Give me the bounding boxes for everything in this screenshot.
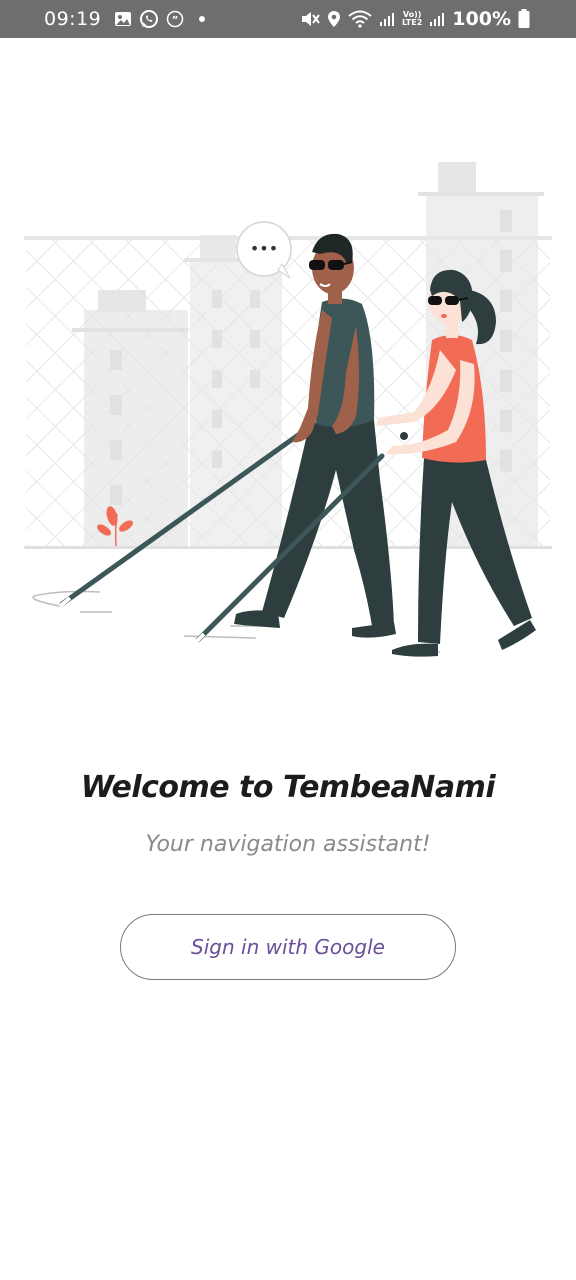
battery-icon: [518, 9, 530, 29]
speech-bubble-dots: •••: [250, 239, 278, 258]
status-time: 09:19: [44, 8, 102, 30]
dot-icon: [199, 16, 206, 22]
sign-in-with-google-button[interactable]: Sign in with Google: [120, 914, 456, 980]
svg-text:”: ”: [172, 15, 179, 26]
welcome-title: Welcome to TembeaNami: [80, 770, 496, 805]
quote-notification-icon: ”: [166, 10, 184, 28]
status-bar-left: 09:19 ”: [44, 8, 206, 30]
signal-icon: [429, 11, 445, 27]
whatsapp-icon: [139, 9, 159, 29]
status-bar: 09:19 ” Vo)) LTE2 100%: [0, 0, 576, 38]
location-icon: [327, 10, 341, 28]
volte-lte-icon: Vo)) LTE2: [402, 10, 423, 27]
sign-in-label: Sign in with Google: [191, 935, 385, 959]
gallery-icon: [114, 11, 132, 27]
signal-icon: [379, 11, 395, 27]
network-label: LTE2: [402, 18, 423, 27]
subtitle: Your navigation assistant!: [145, 832, 431, 857]
mute-icon: [300, 10, 320, 28]
hero-illustration: •••: [24, 162, 552, 657]
battery-percent: 100%: [452, 8, 511, 30]
wifi-icon: [348, 10, 372, 28]
status-bar-right: Vo)) LTE2 100%: [300, 8, 530, 30]
